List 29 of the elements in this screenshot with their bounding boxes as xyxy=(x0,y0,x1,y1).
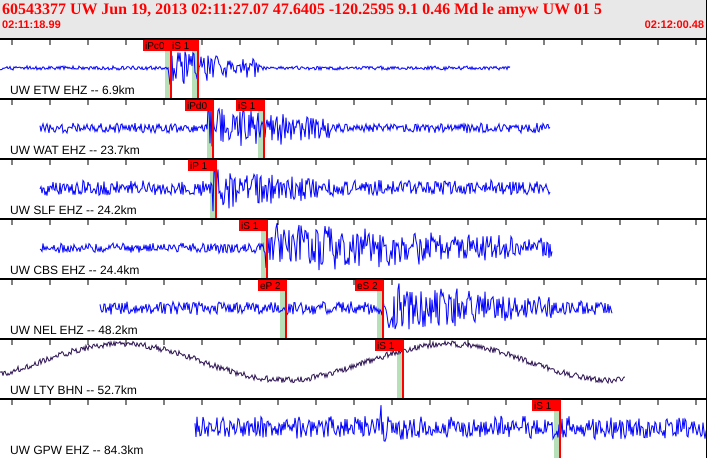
phase-pick-label: iS 1 xyxy=(236,100,264,112)
phase-pick-label: iS 1 xyxy=(170,40,198,52)
phase-pick-label: iP 1 xyxy=(188,160,216,172)
station-label: UW ETW EHZ -- 6.9km xyxy=(10,83,135,97)
pick-line xyxy=(212,100,214,158)
pick-line xyxy=(285,280,287,338)
station-label: UW WAT EHZ -- 23.7km xyxy=(10,143,140,157)
phase-pick-label: iPd0 xyxy=(185,100,213,112)
pick-line xyxy=(215,160,217,218)
pick-line xyxy=(263,100,265,158)
station-label: UW LTY BHN -- 52.7km xyxy=(10,383,137,397)
station-label: UW NEL EHZ -- 48.2km xyxy=(10,323,138,337)
phase-pick-label: iPc0 xyxy=(143,40,171,52)
phase-pick-label: iS 1 xyxy=(239,220,267,232)
station-label: UW SLF EHZ -- 24.2km xyxy=(10,203,137,217)
end-time: 02:12:00.48 xyxy=(644,19,704,31)
start-time: 02:11:18.99 xyxy=(2,19,61,31)
phase-pick-label: iS 1 xyxy=(532,400,560,412)
station-label: UW CBS EHZ -- 24.4km xyxy=(10,263,140,277)
station-label: UW GPW EHZ -- 84.3km xyxy=(10,443,144,457)
event-title: 60543377 UW Jun 19, 2013 02:11:27.07 47.6405 -120.2595 9.1 0.46 Md le amyw UW 01 5 xyxy=(2,1,603,19)
pick-line xyxy=(559,400,561,458)
phase-pick-label: iS 1 xyxy=(375,340,403,352)
phase-pick-label: eP 2 xyxy=(258,280,286,292)
phase-pick-label: eS 2 xyxy=(355,280,383,292)
pick-line xyxy=(382,280,384,338)
pick-line xyxy=(197,40,199,98)
pick-line xyxy=(266,220,268,278)
pick-line xyxy=(402,340,404,398)
